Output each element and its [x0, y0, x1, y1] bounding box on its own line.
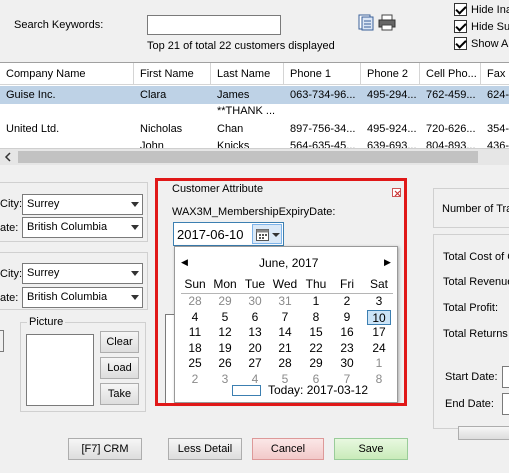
city-value: Surrey: [27, 267, 60, 279]
state-combo[interactable]: British Columbia: [22, 217, 143, 238]
cell-fax: 354-: [487, 123, 509, 135]
load-button[interactable]: Load: [100, 357, 139, 379]
end-date-label: End Date:: [445, 398, 494, 410]
end-date-input[interactable]: [502, 393, 509, 415]
column-header-fax[interactable]: Fax: [481, 63, 509, 85]
cell-last-name: James: [217, 89, 250, 101]
column-header-phone2[interactable]: Phone 2: [361, 63, 420, 85]
state-label: ate:: [0, 222, 19, 234]
cell-last-name: Chan: [217, 123, 244, 135]
cell-phone2: 639-693...: [367, 140, 417, 148]
picture-box[interactable]: [26, 334, 94, 406]
crm-button[interactable]: [F7] CRM: [68, 438, 142, 460]
chevron-down-icon: [131, 271, 139, 276]
status-text: Top 21 of total 22 customers displayed: [147, 40, 335, 52]
take-button[interactable]: Take: [100, 383, 139, 405]
cell-phone1: 564-635-45...: [290, 140, 356, 148]
chevron-down-icon: [131, 225, 139, 230]
clear-button[interactable]: Clear: [100, 331, 139, 353]
total-returns-label: Total Returns: [443, 328, 508, 340]
column-header-phone1[interactable]: Phone 1: [284, 63, 361, 85]
table-row[interactable]: United Ltd. Nicholas Chan 897-756-34... …: [0, 119, 509, 137]
city-value: Surrey: [27, 198, 60, 210]
grid-header: Company Name First Name Last Name Phone …: [0, 63, 509, 85]
print-icon[interactable]: [378, 14, 396, 31]
city-combo[interactable]: Surrey: [22, 194, 143, 215]
cell-fax: 624-: [487, 89, 509, 101]
state-value: British Columbia: [27, 221, 108, 233]
table-row[interactable]: Guise Inc. Clara James 063-734-96... 495…: [0, 86, 509, 104]
cell-company: United Ltd.: [6, 123, 60, 135]
search-input[interactable]: [147, 15, 281, 35]
checkbox-label: Show A: [471, 37, 509, 50]
cell-cell-phone: 804-893...: [426, 140, 476, 148]
column-header-first-name[interactable]: First Name: [134, 63, 211, 85]
table-row[interactable]: **THANK ...: [0, 104, 509, 118]
horizontal-scrollbar[interactable]: [0, 148, 509, 165]
table-row[interactable]: John Knicks 564-635-45... 639-693... 804…: [0, 137, 509, 148]
cell-cell-phone: 720-626...: [426, 123, 476, 135]
city-label: City:: [0, 198, 22, 210]
start-date-label: Start Date:: [445, 371, 498, 383]
picture-label: Picture: [27, 316, 66, 328]
cancel-button[interactable]: Cancel: [252, 438, 324, 460]
search-label: Search Keywords:: [14, 19, 104, 31]
city-label: City:: [0, 268, 22, 280]
cell-first-name: John: [140, 140, 164, 148]
cell-company: Guise Inc.: [6, 89, 56, 101]
refresh-button[interactable]: [458, 426, 509, 440]
side-button[interactable]: [0, 330, 4, 352]
total-profit-label: Total Profit:: [443, 302, 499, 314]
customer-grid[interactable]: Company Name First Name Last Name Phone …: [0, 62, 509, 148]
scroll-thumb[interactable]: [18, 151, 478, 163]
show-all-checkbox[interactable]: Show A: [454, 37, 508, 50]
column-header-company[interactable]: Company Name: [0, 63, 134, 85]
cell-fax: 436-: [487, 140, 509, 148]
cell-cell-phone: 762-459...: [426, 89, 476, 101]
cell-last-name: **THANK ...: [217, 105, 276, 117]
highlight-frame: [155, 178, 407, 406]
cell-first-name: Clara: [140, 89, 167, 101]
chevron-down-icon: [131, 295, 139, 300]
hide-inactive-checkbox[interactable]: Hide Ina: [454, 3, 509, 16]
state-label: ate:: [0, 292, 19, 304]
cell-phone2: 495-294...: [367, 89, 417, 101]
cell-first-name: Nicholas: [140, 123, 183, 135]
column-header-cell-phone[interactable]: Cell Pho...: [420, 63, 481, 85]
hide-suspended-checkbox[interactable]: Hide Su: [454, 20, 509, 33]
state-combo[interactable]: British Columbia: [22, 287, 143, 308]
checkbox-box[interactable]: [454, 37, 467, 50]
checkbox-box[interactable]: [454, 20, 467, 33]
cell-phone1: 063-734-96...: [290, 89, 356, 101]
state-value: British Columbia: [27, 291, 108, 303]
cell-phone2: 495-924...: [367, 123, 417, 135]
start-date-input[interactable]: [502, 366, 509, 388]
checkbox-box[interactable]: [454, 3, 467, 16]
total-revenue-label: Total Revenue: [443, 276, 509, 288]
checkbox-label: Hide Su: [471, 20, 509, 33]
scroll-left-icon[interactable]: [4, 152, 12, 165]
chevron-down-icon: [131, 202, 139, 207]
document-icon[interactable]: [358, 14, 374, 31]
checkbox-label: Hide Ina: [471, 3, 509, 16]
city-combo[interactable]: Surrey: [22, 263, 143, 284]
cell-last-name: Knicks: [217, 140, 250, 148]
save-button[interactable]: Save: [334, 438, 408, 460]
total-cost-label: Total Cost of C: [443, 251, 509, 263]
less-detail-button[interactable]: Less Detail: [168, 438, 242, 460]
column-header-last-name[interactable]: Last Name: [211, 63, 284, 85]
number-of-transactions-label: Number of Tra: [442, 203, 509, 215]
cell-phone1: 897-756-34...: [290, 123, 356, 135]
